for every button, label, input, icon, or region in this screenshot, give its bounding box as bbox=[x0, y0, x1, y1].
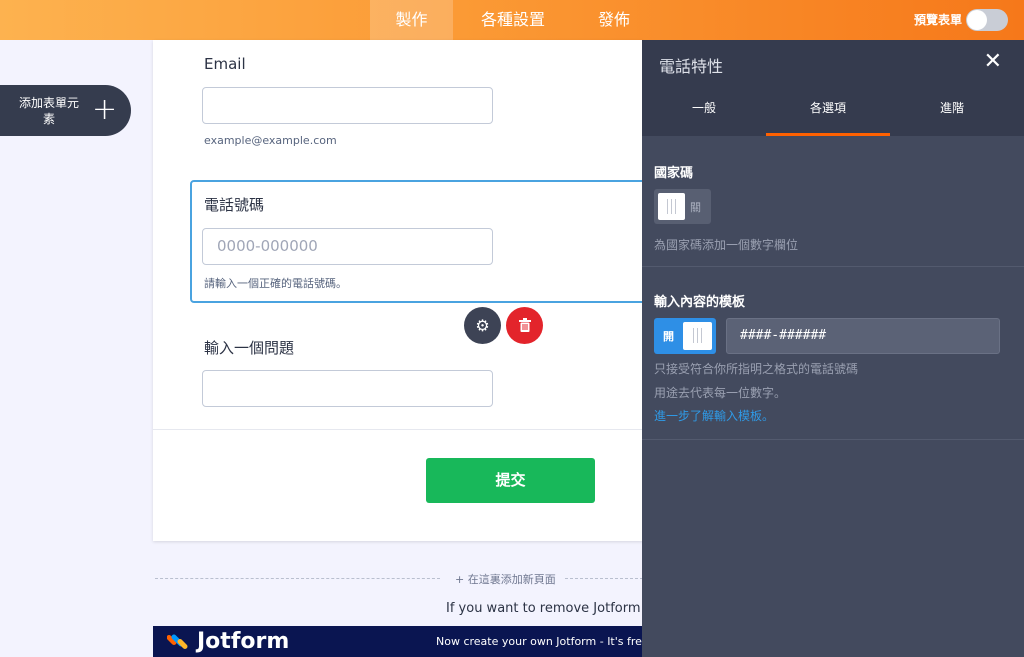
phone-label: 電話號碼 bbox=[204, 196, 265, 214]
question-delete-button[interactable] bbox=[506, 307, 543, 344]
input-mask-toggle[interactable]: 開 bbox=[654, 318, 716, 354]
input-mask-title: 輸入內容的模板 bbox=[654, 295, 746, 310]
close-icon[interactable]: ✕ bbox=[984, 49, 1002, 74]
country-code-toggle-text: 關 bbox=[690, 201, 701, 214]
form-divider bbox=[153, 429, 643, 430]
phone-field[interactable]: 0000-000000 bbox=[202, 228, 493, 265]
panel-tabs: 一般 各選項 進階 bbox=[642, 86, 1024, 136]
input-mask-field[interactable]: ####-###### bbox=[726, 318, 1000, 354]
panel-title: 電話特性 bbox=[659, 57, 724, 76]
tab-settings[interactable]: 各種設置 bbox=[466, 0, 560, 40]
submit-button[interactable]: 提交 bbox=[426, 458, 595, 503]
input-mask-description-1: 只接受符合你所指明之格式的電話號碼 bbox=[654, 362, 859, 376]
toggle-knob bbox=[967, 10, 987, 30]
add-form-element-button[interactable]: 添加表單元素 + bbox=[0, 85, 131, 136]
tab-publish[interactable]: 發佈 bbox=[583, 0, 645, 40]
jotform-name: Jotform bbox=[197, 629, 290, 654]
country-code-description: 為國家碼添加一個數字欄位 bbox=[654, 238, 799, 252]
properties-panel: 電話特性 ✕ 一般 各選項 進階 國家碼 關 為國家碼添加一個數字欄位 輸入內容… bbox=[642, 40, 1024, 657]
email-label: Email bbox=[204, 55, 246, 73]
tab-build[interactable]: 製作 bbox=[370, 0, 453, 40]
trash-icon bbox=[518, 318, 531, 332]
plus-icon: + bbox=[92, 92, 118, 127]
section-divider bbox=[642, 439, 1024, 440]
branding-text: If you want to remove Jotform Bra bbox=[446, 601, 667, 616]
toggle-knob bbox=[658, 193, 685, 220]
jotform-cta: Now create your own Jotform - It's free bbox=[436, 635, 643, 648]
jotform-banner[interactable]: Jotform Now create your own Jotform - It… bbox=[153, 626, 643, 657]
add-new-page-button[interactable]: + 在這裏添加新頁面 bbox=[455, 571, 556, 587]
input-mask-toggle-text: 開 bbox=[663, 330, 674, 343]
email-field[interactable] bbox=[202, 87, 493, 124]
add-page-dashed-line bbox=[565, 578, 643, 579]
section-divider bbox=[642, 266, 1024, 267]
email-sublabel: example@example.com bbox=[204, 134, 337, 147]
add-form-element-label: 添加表單元素 bbox=[18, 96, 79, 126]
question-label: 輸入一個問題 bbox=[204, 339, 295, 357]
panel-header: 電話特性 ✕ bbox=[642, 40, 1024, 86]
preview-form-label: 預覽表單 bbox=[913, 13, 962, 27]
input-mask-description-2: 用途去代表每一位數字。 bbox=[654, 386, 787, 400]
country-code-title: 國家碼 bbox=[654, 166, 694, 181]
tab-general[interactable]: 一般 bbox=[642, 86, 766, 136]
question-settings-button[interactable]: ⚙ bbox=[464, 307, 501, 344]
country-code-toggle[interactable]: 關 bbox=[654, 189, 711, 224]
add-page-dashed-line bbox=[155, 578, 440, 579]
top-bar: 製作 各種設置 發佈 預覽表單 bbox=[0, 0, 1024, 40]
preview-form-toggle[interactable] bbox=[966, 9, 1008, 31]
question-field[interactable] bbox=[202, 370, 493, 407]
tab-options[interactable]: 各選項 bbox=[766, 86, 890, 136]
jotform-logo-icon bbox=[167, 634, 188, 653]
phone-sublabel: 請輸入一個正確的電話號碼。 bbox=[204, 277, 347, 290]
input-mask-learn-more-link[interactable]: 進一步了解輸入模板。 bbox=[654, 407, 774, 424]
gear-icon: ⚙ bbox=[475, 316, 490, 335]
toggle-knob bbox=[683, 322, 712, 350]
tab-advanced[interactable]: 進階 bbox=[890, 86, 1014, 136]
